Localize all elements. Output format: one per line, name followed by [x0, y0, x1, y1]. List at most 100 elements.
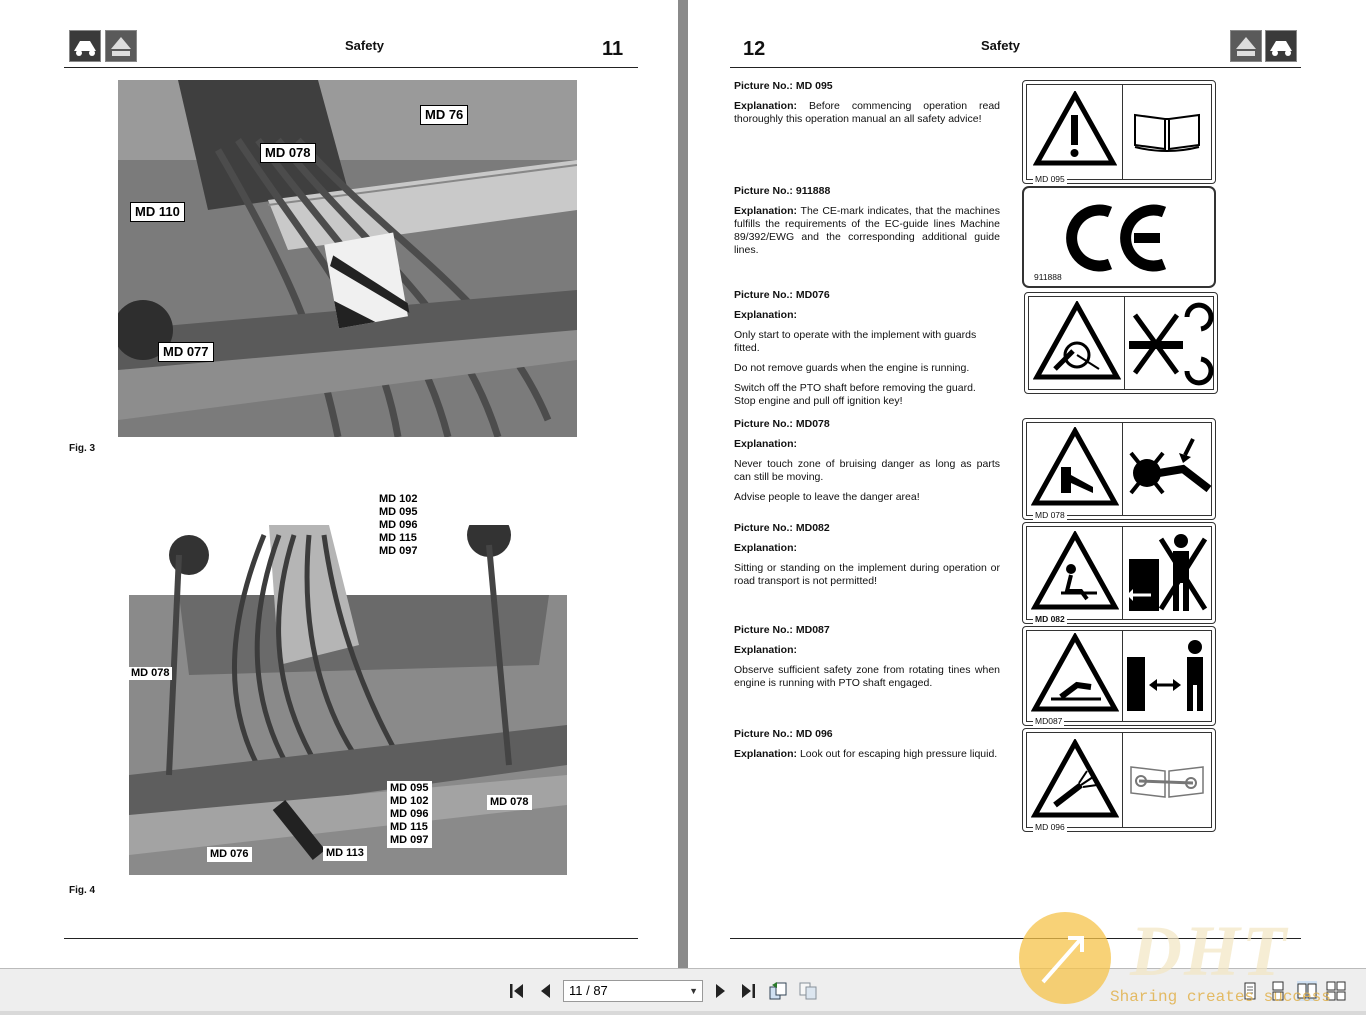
page-number-field[interactable]: 11 / 87 ▼: [563, 980, 703, 1002]
page-title: Safety: [345, 38, 385, 53]
explanation-paragraph: Sitting or standing on the implement dur…: [734, 562, 1000, 587]
previous-page-icon[interactable]: [536, 981, 556, 1001]
sign-code: MD 096: [1033, 822, 1067, 832]
fig4-top-label-5: MD 097: [379, 545, 418, 557]
right-page: 12 Safety Picture No.: MD 095 Explanatio…: [688, 0, 1366, 968]
fig3-callout-md76: MD 76: [420, 105, 469, 125]
explanation-paragraph: Observe sufficient safety zone from rota…: [734, 664, 1000, 689]
safety-entry-911888: Picture No.: 911888 Explanation: The CE-…: [734, 185, 1000, 264]
explanation-label: Explanation:: [734, 748, 798, 760]
continuous-page-icon[interactable]: [1268, 981, 1288, 1001]
picture-label: Picture No.:: [734, 289, 793, 301]
next-view-icon[interactable]: [798, 981, 818, 1001]
picture-label: Picture No.:: [734, 624, 793, 636]
picture-label: Picture No.:: [734, 522, 793, 534]
explanation-label: Explanation:: [734, 309, 798, 321]
fig4-top-label-2: MD 095: [379, 506, 418, 518]
sign-md076: [1024, 292, 1218, 394]
explanation-label: Explanation:: [734, 542, 798, 554]
chevron-down-icon[interactable]: ▼: [689, 981, 698, 1001]
sign-code: MD 082: [1033, 614, 1067, 624]
safety-entry-md082: Picture No.: MD082 Explanation: Sitting …: [734, 522, 1000, 595]
safety-entry-md096: Picture No.: MD 096 Explanation: Look ou…: [734, 728, 1000, 768]
last-page-icon[interactable]: [738, 981, 758, 1001]
explanation-paragraph: Advise people to leave the danger area!: [734, 491, 920, 503]
sign-code: MD 078: [1033, 510, 1067, 520]
picture-label: Picture No.:: [734, 728, 793, 740]
picture-number: 911888: [795, 185, 831, 197]
page-number: 12: [743, 38, 766, 60]
sign-ce-mark: 911888: [1022, 186, 1216, 288]
picture-number: MD 096: [795, 728, 833, 740]
safety-entry-md095: Picture No.: MD 095 Explanation: Before …: [734, 80, 1000, 133]
picture-label: Picture No.:: [734, 185, 793, 197]
explanation-text: Look out for escaping high pressure liqu…: [799, 748, 998, 760]
sign-code: MD 095: [1033, 174, 1067, 184]
fig4-label-md076: MD 076: [207, 847, 252, 862]
continuous-facing-icon[interactable]: [1326, 981, 1346, 1001]
safety-entry-md078: Picture No.: MD078 Explanation: Never to…: [734, 418, 1000, 511]
explanation-paragraph: Switch off the PTO shaft before removing…: [734, 382, 976, 407]
page-number: 11: [602, 38, 624, 60]
fig3-callout-md078: MD 078: [260, 143, 316, 163]
rau-logo: [1230, 30, 1262, 62]
fig4-label-md078-right: MD 078: [487, 795, 532, 810]
page-number-value: 11 / 87: [569, 983, 608, 998]
fig3-callout-md110: MD 110: [130, 202, 185, 222]
safety-entry-md087: Picture No.: MD087 Explanation: Observe …: [734, 624, 1000, 697]
explanation-label: Explanation:: [734, 205, 798, 217]
page-gutter: [678, 0, 688, 968]
footer-rule: [730, 938, 1301, 939]
explanation-paragraph: Never touch zone of bruising danger as l…: [734, 458, 1000, 483]
explanation-paragraph: Only start to operate with the implement…: [734, 329, 977, 354]
pdf-navigation-toolbar: 11 / 87 ▼: [0, 968, 1366, 1011]
fig4-top-labels: MD 102 MD 095 MD 096 MD 115 MD 097: [379, 493, 418, 558]
figure-3-caption: Fig. 3: [69, 443, 96, 454]
figure-4-caption: Fig. 4: [69, 885, 96, 896]
amazone-logo: [69, 30, 101, 62]
amazone-logo: [1265, 30, 1297, 62]
fig3-callout-md077: MD 077: [158, 342, 214, 362]
page-title: Safety: [981, 38, 1021, 53]
header-rule: [64, 67, 638, 68]
header-rule: [730, 67, 1301, 68]
sign-md078: MD 078: [1022, 418, 1216, 520]
sign-md082: MD 082: [1022, 522, 1216, 624]
sign-md095: MD 095: [1022, 80, 1216, 184]
figure-4-photo: MD 078 MD 095 MD 102 MD 096 MD 115 MD 09…: [129, 525, 567, 875]
fig4-group-label-3: MD 096: [390, 808, 429, 820]
rau-logo: [105, 30, 137, 62]
explanation-label: Explanation:: [734, 438, 798, 450]
first-page-icon[interactable]: [507, 981, 527, 1001]
fig4-top-label-3: MD 096: [379, 519, 418, 531]
fig4-group-label-2: MD 102: [390, 795, 429, 807]
sign-code: 911888: [1032, 272, 1064, 282]
fig4-label-md113: MD 113: [323, 846, 367, 861]
fig4-group-label-1: MD 095: [390, 782, 429, 794]
fig4-group-label-5: MD 097: [390, 834, 429, 846]
next-page-icon[interactable]: [710, 981, 730, 1001]
picture-number: MD082: [795, 522, 830, 534]
picture-number: MD076: [795, 289, 830, 301]
previous-view-icon[interactable]: [768, 981, 788, 1001]
picture-label: Picture No.:: [734, 80, 793, 92]
sign-md087: MD087: [1022, 626, 1216, 726]
single-page-icon[interactable]: [1240, 981, 1260, 1001]
explanation-label: Explanation:: [734, 100, 798, 112]
sign-md096: MD 096: [1022, 728, 1216, 832]
left-page: Safety 11 MD 76 MD 078 MD 110 MD 077 Fig…: [0, 0, 678, 968]
explanation-paragraph: Do not remove guards when the engine is …: [734, 362, 970, 374]
explanation-label: Explanation:: [734, 644, 798, 656]
picture-label: Picture No.:: [734, 418, 793, 430]
facing-pages-icon[interactable]: [1297, 981, 1317, 1001]
safety-entry-md076: Picture No.: MD076 Explanation: Only sta…: [734, 289, 1000, 415]
fig4-top-label-4: MD 115: [379, 532, 417, 544]
sign-code: MD087: [1033, 716, 1065, 726]
picture-number: MD087: [795, 624, 830, 636]
fig4-group-box-labels: MD 095 MD 102 MD 096 MD 115 MD 097: [387, 781, 432, 848]
picture-number: MD 095: [795, 80, 833, 92]
picture-number: MD078: [795, 418, 830, 430]
figure-3-photo: MD 76 MD 078 MD 110 MD 077: [118, 80, 577, 437]
fig4-label-md078-left: MD 078: [129, 667, 172, 680]
fig4-top-label-1: MD 102: [379, 493, 418, 505]
